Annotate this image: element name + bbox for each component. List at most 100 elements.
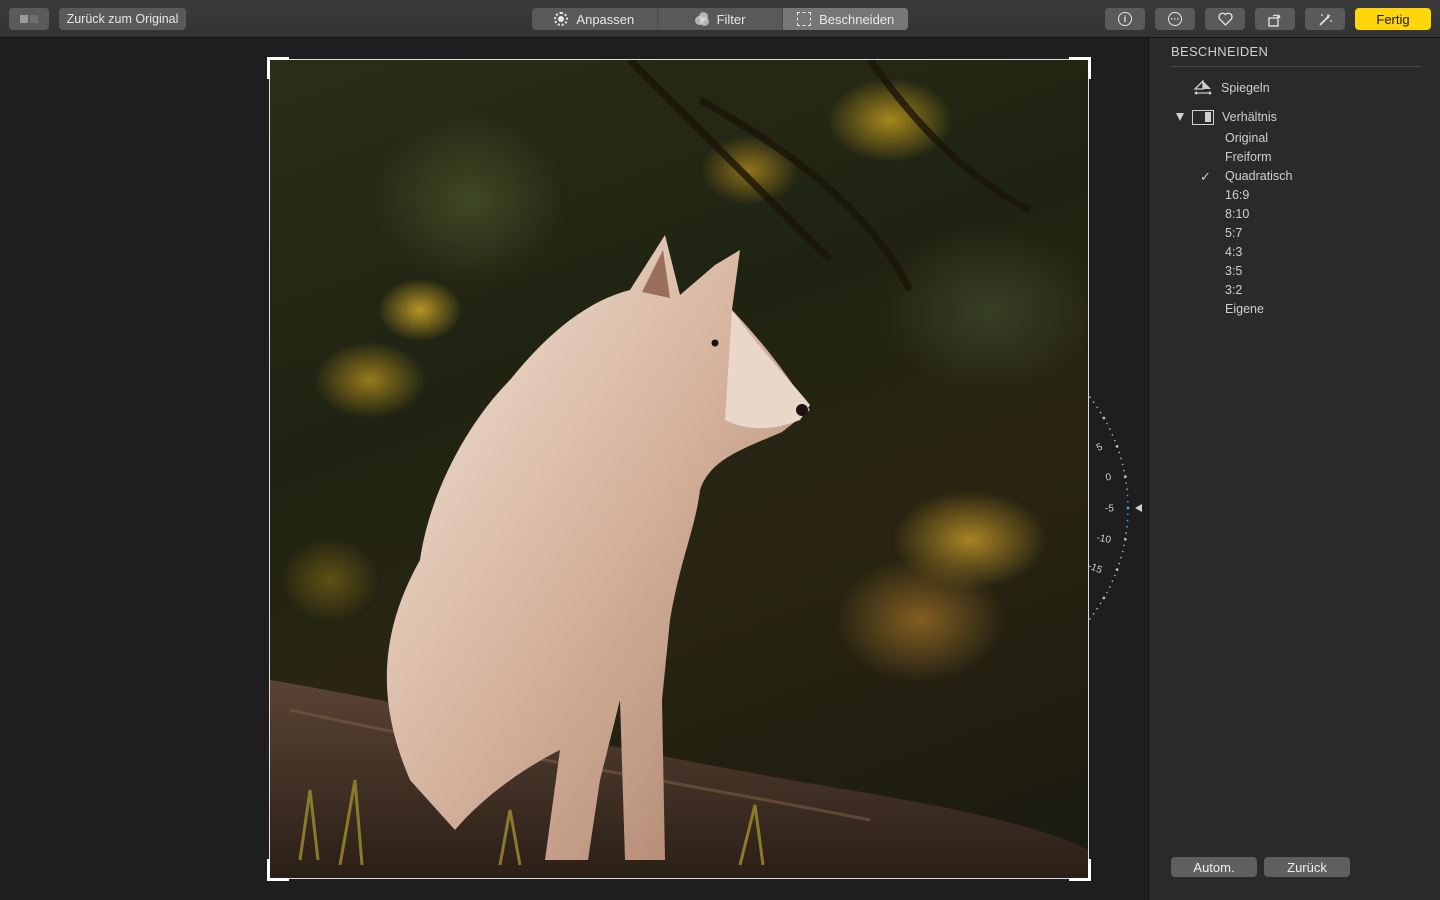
info-button[interactable]: i — [1105, 8, 1145, 30]
ratio-4-3[interactable]: 4:3 — [1149, 243, 1440, 262]
ratio-label: 4:3 — [1225, 245, 1243, 259]
crop-handle-top-right[interactable] — [1069, 57, 1091, 79]
ratio-3-2[interactable]: 3:2 — [1149, 281, 1440, 300]
ratio-8-10[interactable]: 8:10 — [1149, 205, 1440, 224]
dial-dot — [1111, 434, 1114, 436]
ratio-16-9[interactable]: 16:9 — [1149, 186, 1440, 205]
heart-icon — [1217, 12, 1233, 26]
dial-dot — [1099, 602, 1102, 605]
magic-wand-icon — [1319, 12, 1332, 26]
aspect-ratio-toggle[interactable]: Verhältnis — [1176, 108, 1277, 126]
dial-tick-label: 10 — [1088, 414, 1091, 430]
flip-icon — [1193, 80, 1212, 95]
flip-button[interactable]: Spiegeln — [1193, 79, 1270, 97]
dial-tick-label: 5 — [1095, 441, 1105, 453]
dial-dot — [1121, 550, 1124, 553]
ratio-label: Eigene — [1225, 302, 1264, 316]
dial-dot — [1109, 428, 1111, 430]
auto-enhance-button[interactable] — [1305, 8, 1345, 30]
checkmark-icon: ✓ — [1200, 169, 1211, 184]
dial-dot — [1118, 451, 1120, 454]
dial-dot — [1099, 411, 1102, 414]
dial-dot — [1106, 591, 1108, 594]
dial-dot — [1123, 475, 1127, 479]
dial-dot — [1127, 513, 1129, 516]
info-icon: i — [1118, 12, 1132, 26]
ratio-5-7[interactable]: 5:7 — [1149, 224, 1440, 243]
tab-crop[interactable]: Beschneiden — [783, 8, 908, 30]
ratio-label: 16:9 — [1225, 188, 1250, 202]
dial-dot — [1126, 506, 1130, 510]
dial-dot — [1096, 406, 1098, 409]
dial-dot — [1120, 556, 1122, 559]
dial-dot — [1126, 526, 1128, 528]
tab-adjust[interactable]: Anpassen — [532, 8, 658, 30]
dial-dot — [1115, 568, 1119, 571]
dial-tick-label: 0 — [1105, 472, 1113, 484]
crop-sidebar: BESCHNEIDEN Spiegeln Verhältnis Original… — [1148, 38, 1440, 900]
dial-dot — [1096, 607, 1098, 610]
dial-dot — [1127, 500, 1129, 503]
tab-adjust-label: Anpassen — [576, 11, 635, 27]
ratio-freeform[interactable]: Freiform — [1149, 148, 1440, 167]
dial-dot — [1118, 562, 1120, 565]
split-view-right-icon — [30, 15, 38, 23]
aspect-ratio-icon — [1192, 109, 1214, 125]
dial-tick-label: -5 — [1105, 504, 1114, 515]
ratio-3-5[interactable]: 3:5 — [1149, 262, 1440, 281]
flip-label: Spiegeln — [1221, 81, 1270, 95]
dial-dot — [1121, 463, 1124, 466]
aspect-ratio-label: Verhältnis — [1222, 110, 1277, 124]
dial-dot — [1114, 574, 1116, 577]
revert-to-original-button[interactable]: Zurück zum Original — [59, 8, 186, 30]
dial-dot — [1123, 544, 1125, 547]
crop-handle-bottom-right[interactable] — [1069, 859, 1091, 881]
ratio-label: Quadratisch — [1225, 169, 1293, 183]
ratio-label: 5:7 — [1225, 226, 1243, 240]
dial-dot — [1102, 596, 1106, 600]
straighten-dial[interactable]: 10 5 0 -5 -10 -15 20 — [1088, 388, 1148, 628]
dial-dot — [1115, 445, 1119, 448]
dial-dot — [1123, 537, 1127, 541]
favorite-button[interactable] — [1205, 8, 1245, 30]
dial-dot — [1114, 439, 1116, 442]
ratio-label: Freiform — [1225, 150, 1272, 164]
tab-crop-label: Beschneiden — [819, 11, 895, 27]
reset-button[interactable]: Zurück — [1264, 857, 1350, 877]
aspect-ratio-list: Original Freiform ✓ Quadratisch 16:9 8:10… — [1149, 129, 1440, 319]
dial-dot — [1092, 613, 1095, 615]
more-button[interactable]: ··· — [1155, 8, 1195, 30]
crop-handle-bottom-left[interactable] — [267, 859, 289, 881]
dial-dot — [1125, 482, 1127, 484]
split-view-button[interactable] — [9, 8, 49, 30]
sidebar-title: BESCHNEIDEN — [1171, 44, 1269, 59]
dial-dot — [1092, 401, 1095, 403]
rotate-icon — [1268, 13, 1281, 27]
adjust-icon — [554, 12, 569, 26]
dial-dot — [1126, 519, 1129, 522]
auto-crop-button[interactable]: Autom. — [1171, 857, 1257, 877]
dial-tick-label: -10 — [1096, 533, 1113, 547]
rotate-button[interactable] — [1255, 8, 1295, 30]
dial-tick-label: -15 — [1088, 561, 1104, 577]
ratio-square[interactable]: ✓ Quadratisch — [1149, 167, 1440, 186]
tab-filter[interactable]: Filter — [658, 8, 784, 30]
sidebar-divider — [1171, 66, 1421, 67]
disclosure-triangle-icon — [1176, 113, 1184, 121]
ratio-custom[interactable]: Eigene — [1149, 300, 1440, 319]
crop-handle-top-left[interactable] — [267, 57, 289, 79]
crop-frame[interactable] — [267, 57, 1091, 881]
done-button[interactable]: Fertig — [1355, 8, 1431, 30]
split-view-left-icon — [20, 15, 28, 23]
dial-dot — [1123, 469, 1125, 472]
editing-canvas: 10 5 0 -5 -10 -15 20 — [0, 38, 1148, 900]
tab-filter-label: Filter — [716, 11, 746, 27]
toolbar: Zurück zum Original Anpassen Filter Besc… — [0, 0, 1440, 38]
dial-dot — [1120, 457, 1122, 460]
crop-icon — [797, 12, 812, 26]
ratio-original[interactable]: Original — [1149, 129, 1440, 148]
edit-mode-tabs: Anpassen Filter Beschneiden — [532, 8, 908, 30]
dial-dot — [1109, 586, 1111, 588]
ratio-label: 3:5 — [1225, 264, 1243, 278]
ratio-label: 8:10 — [1225, 207, 1250, 221]
